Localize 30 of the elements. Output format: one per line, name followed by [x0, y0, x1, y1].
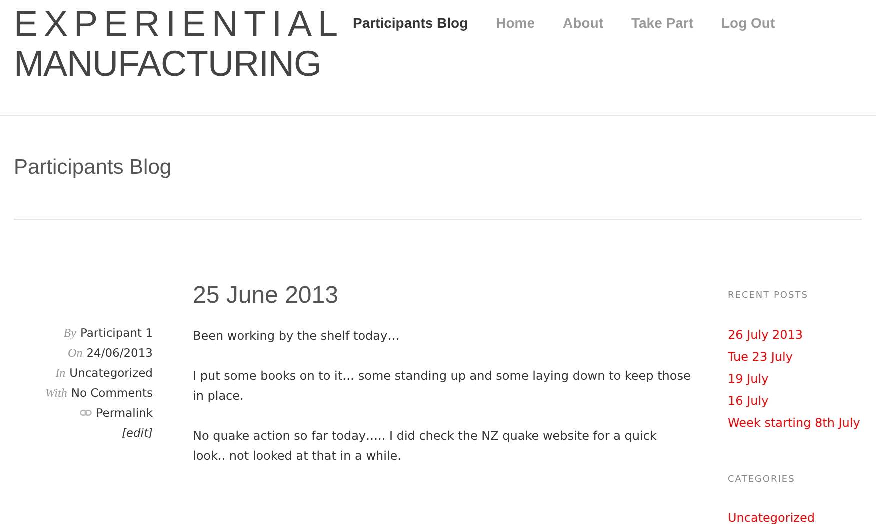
- meta-label: In: [56, 365, 66, 382]
- page-title: Participants Blog: [14, 154, 172, 181]
- meta-value: Uncategorized: [70, 365, 153, 382]
- meta-label: By: [64, 325, 76, 342]
- meta-value: Participant 1: [80, 325, 153, 342]
- nav-link[interactable]: Take Part: [631, 13, 694, 34]
- nav-link[interactable]: About: [563, 13, 604, 34]
- logo-text: MANUFACTURING: [14, 44, 322, 84]
- meta-label: With: [45, 385, 68, 402]
- sidebar-link[interactable]: Tue 23 July: [728, 346, 860, 368]
- sidebar-link[interactable]: 26 July 2013: [728, 324, 860, 346]
- permalink[interactable]: Permalink: [96, 403, 153, 423]
- widget-heading: CATEGORIES: [728, 474, 796, 486]
- meta-label: On: [68, 345, 83, 362]
- post-title: 25 June 2013: [193, 281, 340, 311]
- nav-link[interactable]: Log Out: [721, 13, 776, 34]
- nav-link[interactable]: Participants Blog: [353, 13, 468, 34]
- logo-text: EXPERIENTIAL: [14, 4, 346, 44]
- link-icon: [80, 410, 92, 416]
- widget-heading: RECENT POSTS: [728, 290, 810, 303]
- meta-value: No Comments: [71, 385, 153, 402]
- sidebar-link[interactable]: 19 July: [728, 368, 860, 390]
- edit-link[interactable]: [edit]: [122, 423, 153, 443]
- meta-value: 24/06/2013: [86, 345, 153, 362]
- post-paragraph: I put some books on to it… some standing up and some laying down to keep those in place.: [193, 368, 692, 405]
- sidebar-link[interactable]: 16 July: [728, 390, 860, 412]
- sidebar-link[interactable]: Week starting 8th July: [728, 412, 860, 434]
- post-paragraph: No quake action so far today….. I did check the NZ quake website for a quick look.. not looked at that in a while.: [193, 428, 658, 465]
- post-paragraph: Been working by the shelf today…: [193, 328, 401, 345]
- nav-link[interactable]: Home: [496, 13, 536, 34]
